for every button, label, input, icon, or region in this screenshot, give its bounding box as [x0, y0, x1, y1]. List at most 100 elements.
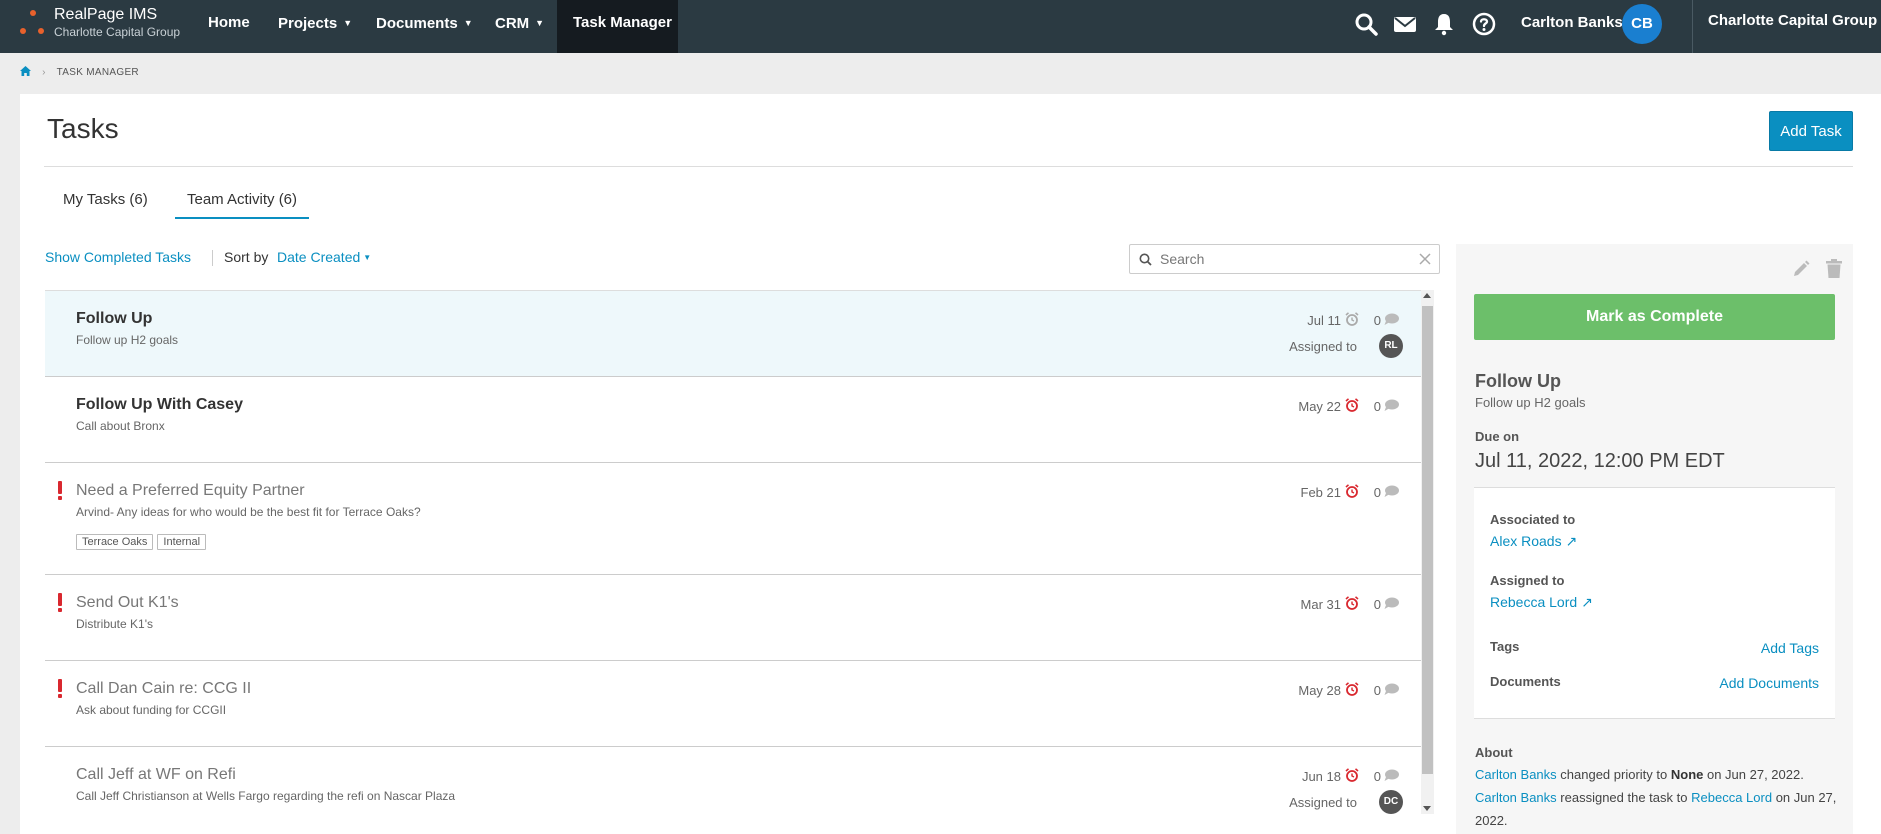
alarm-clock-icon — [1345, 596, 1359, 610]
task-due-date: May 22 — [1298, 399, 1341, 414]
task-title: Follow Up With Casey — [76, 396, 243, 413]
task-title: Need a Preferred Equity Partner — [76, 482, 305, 499]
priority-high-icon — [58, 593, 62, 612]
activity-suffix: on Jun 27, 2022. — [1706, 767, 1804, 782]
brand-logo-icon — [20, 10, 46, 40]
bell-icon[interactable] — [1432, 12, 1456, 36]
search-box — [1129, 244, 1440, 274]
nav-home[interactable]: Home — [192, 0, 266, 53]
org-switcher[interactable]: Charlotte Capital Group▼ — [1708, 0, 1881, 41]
task-row[interactable]: Call Dan Cain re: CCG II Ask about fundi… — [45, 661, 1421, 747]
task-desc: Follow up H2 goals — [76, 333, 179, 347]
comment-icon — [1384, 313, 1399, 325]
close-icon[interactable] — [1418, 252, 1432, 266]
sort-label: Sort by — [224, 249, 269, 265]
chevron-down-icon: ▼ — [535, 18, 545, 28]
task-desc: Distribute K1's — [76, 617, 153, 631]
tag[interactable]: Internal — [157, 534, 207, 550]
documents-label: Documents — [1490, 674, 1561, 689]
assigned-to-link[interactable]: Rebecca Lord ↗ — [1490, 594, 1593, 611]
activity-user-link[interactable]: Carlton Banks — [1475, 790, 1557, 805]
nav-task-manager[interactable]: Task Manager — [557, 0, 678, 53]
assignee-avatar[interactable]: DC — [1379, 790, 1403, 814]
assigned-to-label: Assigned to — [1490, 573, 1565, 588]
comment-count: 0 — [1373, 485, 1381, 500]
search-input[interactable] — [1160, 249, 1410, 269]
title-divider — [44, 166, 1853, 167]
sort-divider — [212, 250, 213, 266]
task-desc: Call about Bronx — [76, 419, 165, 433]
add-task-button[interactable]: Add Task — [1769, 111, 1853, 151]
alarm-clock-icon — [1345, 484, 1359, 498]
tasks-card: Tasks Add Task My Tasks (6) Team Activit… — [20, 94, 1881, 834]
pencil-icon[interactable] — [1792, 260, 1810, 278]
comment-count: 0 — [1373, 399, 1381, 414]
help-icon[interactable] — [1472, 12, 1496, 36]
activity-value[interactable]: Rebecca Lord — [1691, 790, 1772, 805]
scrollbar-thumb[interactable] — [1422, 306, 1433, 774]
tab-team-activity[interactable]: Team Activity (6) — [175, 191, 310, 219]
nav-task-manager-label: Task Manager — [573, 14, 672, 31]
comment-count: 0 — [1373, 769, 1381, 784]
task-row[interactable]: Call Jeff at WF on Refi Call Jeff Christ… — [45, 747, 1421, 834]
comment-count: 0 — [1373, 597, 1381, 612]
tab-team-activity-label: Team Activity (6) — [187, 191, 298, 208]
task-row[interactable]: Need a Preferred Equity Partner Arvind- … — [45, 463, 1421, 575]
add-documents-link[interactable]: Add Documents — [1719, 675, 1819, 691]
show-completed-link[interactable]: Show Completed Tasks — [45, 249, 191, 265]
task-title: Follow Up — [76, 310, 153, 327]
sort-dropdown[interactable]: Date Created ▼ — [277, 249, 371, 265]
alarm-clock-icon — [1345, 768, 1359, 782]
activity-value: None — [1670, 767, 1704, 782]
associated-label: Associated to — [1490, 512, 1576, 527]
nav-crm-label: CRM — [495, 15, 530, 32]
activity-item: Carlton Banks reassigned the task to Reb… — [1475, 786, 1845, 832]
task-row[interactable]: Send Out K1's Distribute K1's Mar 31 0 — [45, 575, 1421, 661]
comment-icon — [1384, 683, 1399, 695]
about-label: About — [1475, 745, 1513, 760]
priority-high-icon — [58, 481, 62, 500]
due-value: Jul 11, 2022, 12:00 PM EDT — [1475, 450, 1725, 472]
mail-icon[interactable] — [1393, 12, 1417, 36]
breadcrumb: › TASK MANAGER — [20, 66, 139, 78]
mark-complete-button[interactable]: Mark as Complete — [1474, 294, 1835, 340]
task-due-date: Jun 18 — [1301, 769, 1341, 784]
task-title: Call Jeff at WF on Refi — [76, 766, 236, 783]
task-desc: Call Jeff Christianson at Wells Fargo re… — [76, 789, 456, 803]
task-row[interactable]: Follow Up With Casey Call about Bronx Ma… — [45, 377, 1421, 463]
sort-value: Date Created — [277, 249, 361, 265]
add-tags-link[interactable]: Add Tags — [1761, 640, 1819, 656]
brand-subtitle: Charlotte Capital Group — [54, 25, 181, 39]
search-icon[interactable] — [1354, 12, 1378, 36]
nav-projects-label: Projects — [278, 15, 338, 32]
task-row[interactable]: Follow Up Follow up H2 goals Jul 11 0 As… — [45, 291, 1421, 377]
task-title: Call Dan Cain re: CCG II — [76, 680, 252, 697]
trash-icon[interactable] — [1826, 259, 1842, 278]
tags-label: Tags — [1490, 639, 1520, 654]
assigned-to-name: Rebecca Lord — [1490, 594, 1578, 610]
activity-action: reassigned the task to — [1560, 790, 1688, 805]
assigned-label: Assigned to — [1289, 339, 1357, 354]
task-detail-panel: Mark as Complete Follow Up Follow up H2 … — [1456, 244, 1853, 834]
alarm-clock-icon — [1345, 682, 1359, 696]
task-list-scrollbar[interactable] — [1421, 290, 1434, 814]
tab-my-tasks-label: My Tasks (6) — [63, 191, 148, 208]
nav-documents[interactable]: Documents ▼ — [360, 0, 489, 53]
associated-link[interactable]: Alex Roads ↗ — [1490, 533, 1577, 550]
page-title: Tasks — [47, 113, 119, 144]
nav-projects[interactable]: Projects ▼ — [262, 0, 368, 53]
activity-user-link[interactable]: Carlton Banks — [1475, 767, 1557, 782]
user-name[interactable]: Carlton Banks — [1521, 0, 1623, 46]
task-list: Follow Up Follow up H2 goals Jul 11 0 As… — [45, 290, 1421, 834]
scroll-up-icon[interactable] — [1423, 293, 1431, 298]
tag[interactable]: Terrace Oaks — [76, 534, 154, 550]
tab-my-tasks[interactable]: My Tasks (6) — [51, 191, 160, 219]
home-icon[interactable] — [20, 66, 31, 76]
scroll-down-icon[interactable] — [1423, 806, 1431, 811]
assignee-avatar[interactable]: RL — [1379, 334, 1403, 358]
comment-icon — [1384, 597, 1399, 609]
detail-desc: Follow up H2 goals — [1475, 395, 1586, 410]
nav-divider — [1692, 0, 1693, 53]
user-avatar[interactable]: CB — [1622, 4, 1662, 44]
nav-crm[interactable]: CRM ▼ — [479, 0, 560, 53]
